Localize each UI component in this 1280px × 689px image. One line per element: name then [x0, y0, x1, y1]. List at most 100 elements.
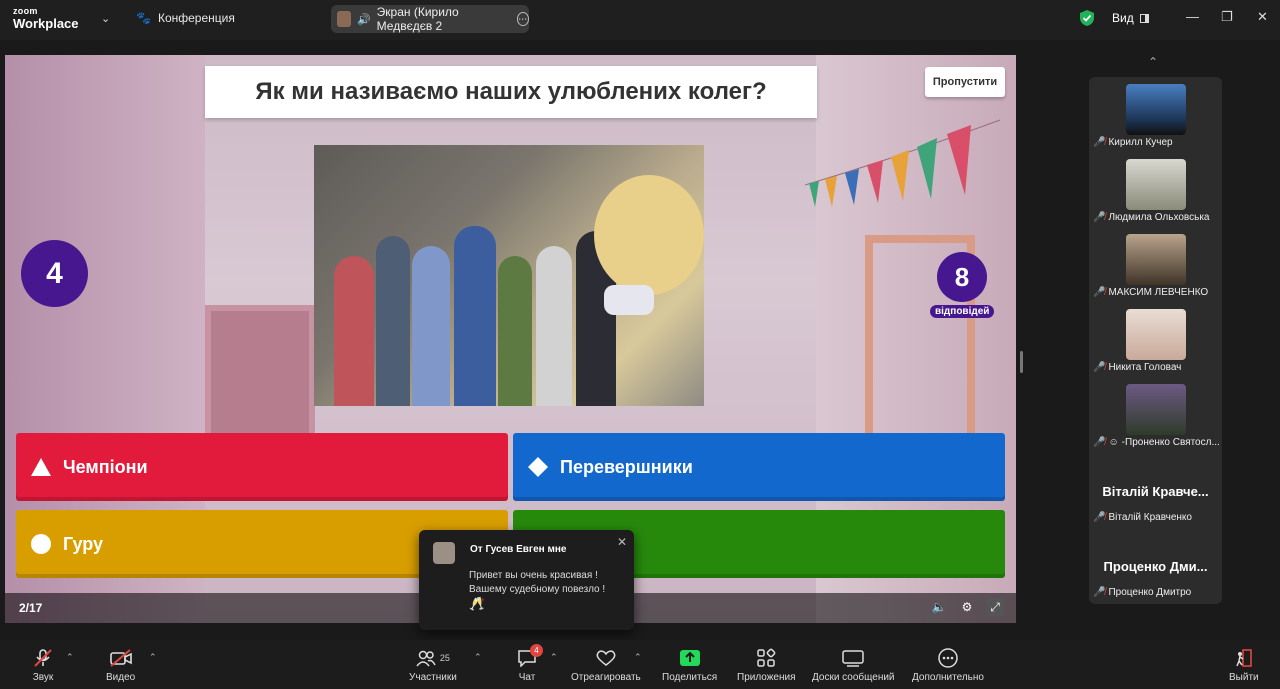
chat-message: Привет вы очень красивая ! Вашему судебн…	[469, 569, 624, 611]
countdown-timer: 4	[21, 240, 88, 307]
participant-name: Кирилл Кучер	[1108, 137, 1173, 148]
triangle-icon	[31, 458, 51, 476]
chevron-up-icon[interactable]: ⌃	[1148, 55, 1158, 69]
meeting-info[interactable]: 🐾 Конференция	[136, 11, 235, 25]
chat-unread-badge: 4	[530, 644, 543, 657]
chat-icon: 4	[517, 644, 543, 668]
participants-label: Участники	[409, 672, 457, 683]
skip-button[interactable]: Пропустити	[925, 67, 1005, 97]
camera-off-icon	[108, 648, 134, 668]
volume-icon[interactable]: 🔈	[930, 598, 948, 616]
participant-tile[interactable]: 🎤̸ МАКСИМ ЛЕВЧЕНКО	[1089, 227, 1222, 302]
meeting-toolbar: Звук ⌃ Видео ⌃ 25 Участники ⌃ 4 Чат ⌃ От…	[0, 640, 1280, 689]
participant-display-name: Віталій Кравче...	[1102, 484, 1209, 499]
sender-avatar	[433, 542, 455, 564]
panel-resize-handle[interactable]	[1020, 351, 1023, 373]
view-button[interactable]: Вид	[1112, 11, 1149, 25]
presenter-avatar	[337, 11, 351, 27]
heart-icon	[595, 648, 617, 668]
leave-label: Выйти	[1229, 672, 1259, 683]
participant-display-name: Проценко Дми...	[1103, 559, 1208, 574]
participant-video	[1126, 309, 1186, 360]
more-button[interactable]: Дополнительно	[912, 648, 984, 683]
video-options-caret[interactable]: ⌃	[149, 652, 157, 663]
share-label: Экран (Кирило Медвєдєв 2	[376, 5, 459, 33]
share-button[interactable]: Поделиться	[662, 648, 717, 683]
chat-message-line-2: Вашему судебному повезло !	[469, 584, 606, 595]
chat-label: Чат	[518, 672, 536, 683]
meeting-name: Конференция	[157, 11, 235, 25]
participants-options-caret[interactable]: ⌃	[474, 652, 482, 663]
participants-icon: 25	[416, 648, 450, 668]
zoom-logo: zoom Workplace	[13, 7, 79, 31]
answer-label: Перевершники	[560, 456, 693, 477]
participant-tile[interactable]: Віталій Кравче... 🎤̸ Віталій Кравченко	[1089, 452, 1222, 527]
close-icon[interactable]: ✕	[617, 535, 627, 549]
share-screen-icon	[679, 648, 701, 668]
chevron-down-icon[interactable]: ⌄	[101, 12, 110, 25]
participant-video	[1126, 234, 1186, 285]
leave-door-icon	[1234, 648, 1254, 668]
more-icon[interactable]: ⋯	[516, 12, 529, 26]
restore-icon[interactable]: ❐	[1221, 9, 1233, 25]
participant-name: МАКСИМ ЛЕВЧЕНКО	[1108, 287, 1209, 298]
chat-emoji: 🥂	[469, 596, 486, 611]
chat-message-line-1: Привет вы очень красивая !	[469, 570, 598, 581]
audio-options-caret[interactable]: ⌃	[66, 652, 74, 663]
chat-notification[interactable]: От Гусев Евген мне ✕ Привет вы очень кра…	[419, 530, 634, 630]
whiteboard-icon	[842, 648, 865, 668]
more-label: Дополнительно	[912, 672, 984, 683]
mic-muted-icon: 🎤̸	[1093, 437, 1106, 448]
whiteboards-label: Доски сообщений	[812, 672, 895, 683]
participant-name: Проценко Дмитро	[1108, 587, 1192, 598]
fullscreen-icon[interactable]: ⤢	[986, 598, 1004, 616]
view-label: Вид	[1112, 11, 1134, 25]
video-button[interactable]: Видео	[106, 648, 135, 683]
video-label: Видео	[106, 672, 136, 683]
close-icon[interactable]: ✕	[1257, 9, 1268, 25]
diamond-icon	[528, 457, 548, 477]
top-bar: zoom Workplace ⌄ 🐾 Конференция 🔊 Экран (…	[0, 0, 1280, 40]
whiteboards-button[interactable]: Доски сообщений	[812, 648, 895, 683]
react-button[interactable]: Отреагировать	[571, 648, 641, 683]
logo-bottom-text: Workplace	[13, 16, 79, 31]
participant-tile[interactable]: Проценко Дми... 🎤̸ Проценко Дмитро	[1089, 527, 1222, 602]
participant-tile[interactable]: 🎤̸ Кирилл Кучер	[1089, 77, 1222, 152]
participant-video	[1126, 84, 1186, 135]
paw-icon: 🐾	[136, 11, 151, 25]
question-text: Як ми називаємо наших улюблених колег?	[205, 66, 817, 118]
participant-gallery: 🎤̸ Кирилл Кучер 🎤̸ Людмила Ольховська 🎤̸ МА…	[1089, 77, 1222, 604]
view-layout-icon	[1139, 13, 1149, 23]
answer-label: Гуру	[63, 533, 104, 554]
chat-options-caret[interactable]: ⌃	[550, 652, 558, 663]
audio-button[interactable]: Звук	[32, 648, 54, 683]
apps-button[interactable]: Приложения	[737, 648, 796, 683]
mic-muted-icon: 🎤̸	[1093, 587, 1106, 598]
participant-tile[interactable]: 🎤̸ ☺ -Проненко Святосл...	[1089, 377, 1222, 452]
react-options-caret[interactable]: ⌃	[634, 652, 642, 663]
minimize-icon[interactable]: —	[1186, 9, 1199, 24]
shield-icon[interactable]	[1079, 9, 1095, 27]
participant-name: Віталій Кравченко	[1108, 512, 1192, 523]
leave-button[interactable]: Выйти	[1229, 648, 1259, 683]
answers-count-label: відповідей	[930, 305, 995, 318]
mic-muted-icon: 🎤̸	[1093, 137, 1106, 148]
answer-option-1[interactable]: Чемпіони	[16, 433, 508, 501]
participant-tile[interactable]: 🎤̸ Людмила Ольховська	[1089, 152, 1222, 227]
settings-gear-icon[interactable]: ⚙	[958, 598, 976, 616]
mic-muted-icon: 🎤̸	[1093, 287, 1106, 298]
chat-button[interactable]: 4 Чат	[517, 644, 543, 683]
speaker-icon: 🔊	[356, 13, 371, 26]
screen-share-pill[interactable]: 🔊 Экран (Кирило Медвєдєв 2 ⋯	[331, 5, 529, 33]
participant-tile[interactable]: 🎤̸ Никита Головач	[1089, 302, 1222, 377]
more-icon	[938, 648, 958, 668]
audio-label: Звук	[32, 672, 54, 683]
participant-name: Людмила Ольховська	[1108, 212, 1210, 223]
answers-count: 8	[937, 252, 987, 302]
participants-button[interactable]: 25 Участники	[409, 648, 457, 683]
mic-muted-icon	[32, 648, 54, 668]
answer-option-2[interactable]: Перевершники	[513, 433, 1005, 501]
participant-name: -Проненко Святосл...	[1121, 437, 1220, 448]
participants-count: 25	[439, 653, 450, 663]
participant-video	[1126, 384, 1186, 435]
